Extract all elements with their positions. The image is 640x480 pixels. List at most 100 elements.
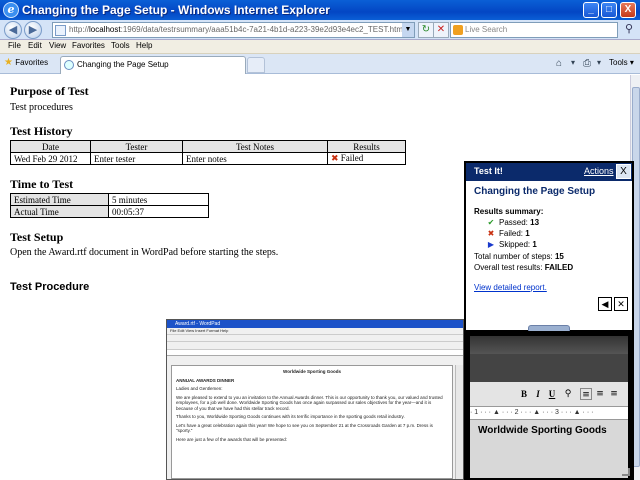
zoom-toolbar (470, 354, 628, 382)
table-row: Actual Time 00:05:37 (10, 205, 209, 218)
menu-bar: File Edit View Favorites Tools Help (0, 40, 640, 54)
wordpad-scrollbar (455, 365, 463, 479)
search-magnifier-icon[interactable]: ⚲ (621, 22, 637, 38)
history-result: ✖ Failed (327, 152, 406, 165)
home-icon[interactable]: ⌂ (556, 58, 562, 69)
tools-button[interactable]: Tools ▾ (609, 58, 634, 67)
passed-count: 13 (530, 218, 540, 227)
overall-result: Overall test results: FAILED (474, 263, 573, 272)
actual-time-label: Actual Time (10, 205, 109, 218)
skipped-count: 1 (532, 240, 537, 249)
wordpad-toolbar (167, 334, 463, 342)
setup-heading: Test Setup (10, 230, 64, 244)
purpose-heading: Purpose of Test (10, 84, 89, 98)
favorites-button[interactable]: ★ Favorites (4, 57, 48, 68)
search-input[interactable]: Live Search (450, 22, 618, 38)
estimated-time-label: Estimated Time (10, 193, 109, 206)
history-header-row: Date Tester Test Notes Results (10, 140, 406, 153)
bold-icon: B (520, 389, 527, 399)
wordpad-doc-para4: Here are just a few of the awards that w… (176, 436, 288, 442)
tab-bar: ★ Favorites Changing the Page Setup ⌂ ▾ … (0, 54, 640, 74)
refresh-icon[interactable]: ↻ (418, 22, 434, 38)
panel-tab-handle[interactable] (528, 325, 570, 331)
zoom-document: Worldwide Sporting Goods (470, 420, 628, 478)
menu-view[interactable]: View (49, 41, 66, 50)
align-center-icon: ≡ (596, 389, 604, 399)
search-placeholder: Live Search (465, 25, 508, 34)
tab-page-icon (64, 60, 74, 70)
align-right-icon: ≡ (610, 389, 618, 399)
close-x-icon[interactable]: ✕ (614, 297, 628, 311)
red-x-icon: ✖ (487, 229, 495, 238)
table-row: Estimated Time 5 minutes (10, 193, 209, 206)
tools-label: Tools (609, 58, 628, 67)
total-steps-label: Total number of steps: (474, 252, 553, 261)
menu-tools[interactable]: Tools (111, 41, 130, 50)
close-panel-button[interactable]: X (616, 164, 631, 179)
view-detailed-report-link[interactable]: View detailed report. (474, 283, 547, 292)
minimize-button[interactable]: _ (583, 2, 599, 18)
stop-icon[interactable]: ✕ (433, 22, 449, 38)
resize-grip-icon[interactable] (622, 468, 630, 476)
test-it-header: Test It! Actions X (466, 163, 632, 181)
print-icon[interactable]: ⎙ (583, 58, 591, 69)
skip-triangle-icon: ▶ (487, 240, 495, 249)
favorites-star-icon: ★ (4, 57, 13, 68)
address-bar[interactable]: http://localhost:1969/data/testrsummary/… (52, 22, 415, 38)
history-heading: Test History (10, 124, 73, 138)
back-triangle-icon[interactable]: ◀ (598, 297, 612, 311)
back-arrow-icon[interactable]: ◀ (4, 21, 22, 39)
passed-row: ✔ Passed: 13 (486, 218, 539, 227)
address-url: http://localhost:1969/data/testrsummary/… (69, 25, 405, 34)
procedure-heading: Test Procedure (10, 281, 90, 293)
failed-count: 1 (525, 229, 530, 238)
actions-link[interactable]: Actions (584, 166, 614, 176)
wordpad-doc-greeting: Ladies and Gentlemen: (176, 386, 223, 391)
home-dropdown-icon[interactable]: ▾ (571, 58, 575, 67)
favorites-label: Favorites (15, 58, 49, 67)
history-date: Wed Feb 29 2012 (10, 152, 91, 165)
zoom-format-bar: B I U ⚲ ≡ ≡ ≡ (470, 382, 628, 406)
forward-arrow-icon[interactable]: ▶ (24, 21, 42, 39)
actual-time-value: 00:05:37 (108, 205, 209, 218)
italic-icon: I (536, 389, 540, 399)
wordpad-doc-heading: ANNUAL AWARDS DINNER (176, 377, 235, 383)
maximize-button[interactable]: □ (601, 2, 617, 18)
history-col-notes: Test Notes (182, 140, 328, 153)
underline-icon: U (548, 389, 556, 399)
print-dropdown-icon[interactable]: ▾ (597, 58, 601, 67)
wordpad-doc-para2: Thanks to you, Worldwide Sporting Goods … (176, 414, 405, 419)
window-titlebar: e Changing the Page Setup - Windows Inte… (0, 0, 640, 20)
failed-icon: ✖ (331, 154, 339, 164)
history-col-date: Date (10, 140, 91, 153)
overall-result-value: FAILED (544, 263, 574, 272)
history-tester[interactable]: Enter tester (90, 152, 183, 165)
live-search-icon (453, 25, 463, 35)
page-icon (55, 25, 66, 36)
menu-favorites[interactable]: Favorites (72, 41, 105, 50)
window-title: Changing the Page Setup - Windows Intern… (22, 3, 330, 17)
zoom-preview-panel: B I U ⚲ ≡ ≡ ≡ · 1 · · · ▲ · · · 2 · · · … (464, 332, 634, 480)
tab-label: Changing the Page Setup (77, 60, 169, 69)
purpose-text: Test procedures (10, 102, 73, 113)
table-row: Wed Feb 29 2012 Enter tester Enter notes… (10, 152, 406, 165)
wordpad-doc-para1: We are pleased to extend to you an invit… (176, 394, 443, 411)
new-tab-button[interactable] (247, 57, 265, 73)
menu-help[interactable]: Help (136, 41, 152, 50)
tab-active[interactable]: Changing the Page Setup (60, 56, 246, 74)
history-result-label: Failed (340, 153, 364, 163)
history-table: Date Tester Test Notes Results Wed Feb 2… (10, 140, 406, 165)
menu-file[interactable]: File (8, 41, 21, 50)
check-mark-icon: ✔ (487, 218, 495, 227)
history-notes[interactable]: Enter notes (182, 152, 328, 165)
wordpad-doc-para3: Let's have a great celebration again thi… (176, 422, 433, 434)
close-window-button[interactable]: X (620, 2, 636, 18)
address-dropdown-icon[interactable]: ▼ (402, 23, 414, 37)
wordpad-document: Worldwide Sporting Goods ANNUAL AWARDS D… (171, 365, 453, 479)
align-left-icon: ≡ (580, 388, 592, 400)
overall-result-label: Overall test results: (474, 263, 543, 272)
history-col-results: Results (327, 140, 406, 153)
menu-edit[interactable]: Edit (28, 41, 42, 50)
total-steps-value: 15 (554, 252, 564, 261)
time-heading: Time to Test (10, 177, 74, 191)
